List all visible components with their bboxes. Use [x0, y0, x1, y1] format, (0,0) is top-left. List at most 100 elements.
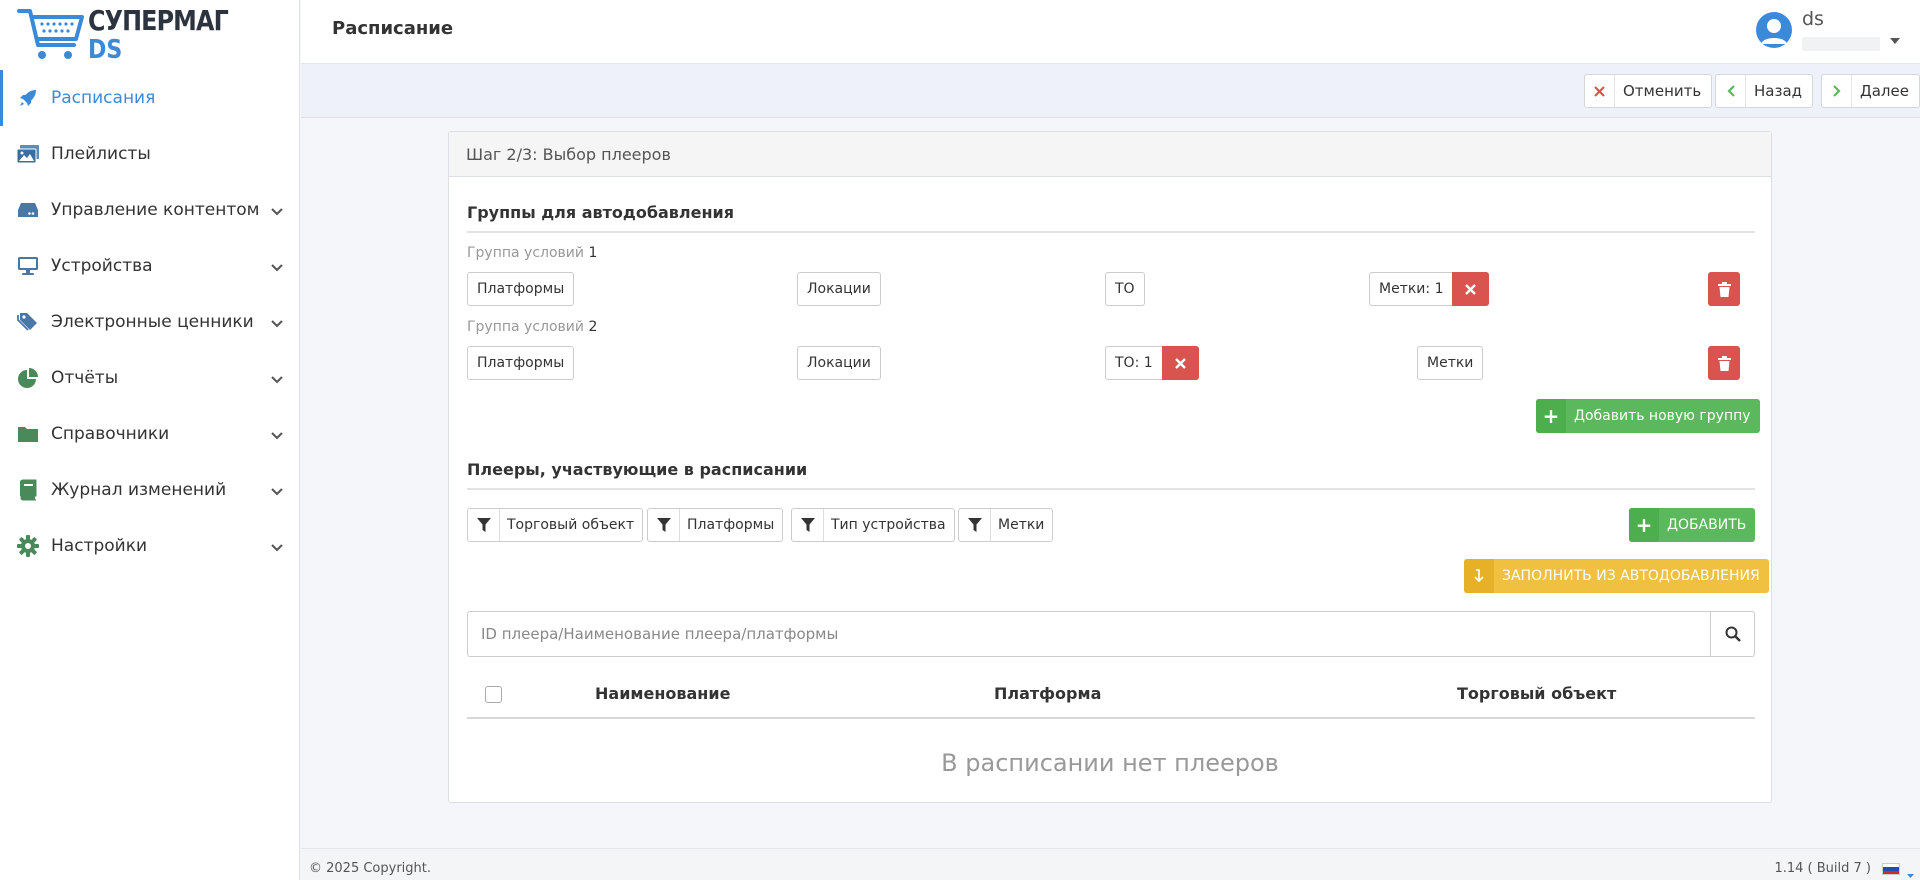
sidebar: СУПЕРМАГ DS Расписания Плейлисты Управле… [0, 0, 300, 880]
filter-tags-button[interactable]: Метки [958, 508, 1054, 542]
sidebar-item-reports[interactable]: Отчёты [0, 350, 299, 406]
top-header: Расписание ds [301, 0, 1920, 64]
sidebar-item-content[interactable]: Управление контентом [0, 182, 299, 238]
user-subtitle [1802, 37, 1880, 51]
build-version: 1.14 ( Build 7 ) [1774, 861, 1871, 876]
chevron-down-icon [271, 426, 283, 444]
sidebar-item-changelog[interactable]: Журнал изменений [0, 462, 299, 518]
rocket-icon [16, 86, 40, 110]
chevron-down-icon [271, 370, 283, 388]
search-icon [1725, 626, 1741, 642]
sidebar-item-playlists[interactable]: Плейлисты [0, 126, 299, 182]
brand-name: СУПЕРМАГ [88, 4, 229, 37]
step-title: Шаг 2/3: Выбор плееров [449, 132, 1771, 177]
user-name: ds [1802, 8, 1824, 30]
clear-to-icon[interactable] [1161, 346, 1199, 380]
group-locations-button[interactable]: Локации [797, 346, 881, 380]
cart-logo-icon [17, 9, 84, 59]
add-group-button[interactable]: + Добавить новую группу [1536, 399, 1760, 433]
group-to-button[interactable]: ТО [1105, 272, 1145, 306]
group-platforms-button[interactable]: Платформы [467, 272, 575, 306]
chevron-down-icon [271, 538, 283, 556]
filter-icon [792, 509, 824, 541]
caret-down-icon [1907, 867, 1914, 880]
column-header-store[interactable]: Торговый объект [1457, 684, 1616, 703]
close-icon [1585, 75, 1615, 107]
sidebar-item-label: Настройки [51, 536, 148, 556]
filter-platforms-button[interactable]: Платформы [647, 508, 784, 542]
chevron-left-icon [1716, 75, 1746, 107]
sidebar-item-price-tags[interactable]: Электронные ценники [0, 294, 299, 350]
search-button[interactable] [1710, 612, 1754, 656]
plus-icon: + [1629, 508, 1659, 542]
delete-group-button[interactable] [1708, 272, 1740, 306]
add-player-button[interactable]: + ДОБАВИТЬ [1629, 508, 1756, 542]
sidebar-item-directories[interactable]: Справочники [0, 406, 299, 462]
sidebar-item-label: Плейлисты [51, 144, 151, 164]
caret-down-icon [1890, 30, 1900, 48]
delete-group-button[interactable] [1708, 346, 1740, 380]
chevron-down-icon [271, 202, 283, 220]
copyright: © 2025 Copyright. [309, 861, 432, 876]
chevron-right-icon [1822, 75, 1852, 107]
page-title: Расписание [332, 18, 454, 39]
fill-from-auto-button[interactable]: ЗАПОЛНИТЬ ИЗ АВТОДОБАВЛЕНИЯ [1464, 559, 1769, 593]
chevron-down-icon [271, 314, 283, 332]
filter-store-button[interactable]: Торговый объект [467, 508, 644, 542]
player-search-input[interactable] [468, 612, 1710, 656]
cancel-label: Отменить [1623, 82, 1702, 100]
column-header-name[interactable]: Наименование [595, 684, 730, 703]
group-label: Группа условий 2 [467, 319, 598, 335]
select-all-checkbox[interactable] [485, 686, 502, 703]
group-locations-button[interactable]: Локации [797, 272, 881, 306]
monitor-icon [16, 254, 40, 278]
sidebar-item-label: Устройства [51, 256, 153, 276]
group-to-button[interactable]: ТО: 1 [1105, 346, 1199, 380]
logo[interactable]: СУПЕРМАГ DS [0, 0, 299, 70]
filter-device-type-button[interactable]: Тип устройства [791, 508, 955, 542]
next-button[interactable]: Далее [1821, 74, 1920, 108]
russia-flag-icon[interactable] [1882, 863, 1900, 875]
sidebar-item-label: Расписания [51, 88, 156, 108]
sidebar-item-settings[interactable]: Настройки [0, 518, 299, 574]
filter-icon [468, 509, 500, 541]
player-search [467, 611, 1755, 657]
column-header-platform[interactable]: Платформа [994, 684, 1101, 703]
group-platforms-button[interactable]: Платформы [467, 346, 575, 380]
sidebar-nav: Расписания Плейлисты Управление контенто… [0, 70, 299, 574]
gear-icon [16, 534, 40, 558]
sidebar-item-label: Журнал изменений [51, 480, 227, 500]
wizard-toolbar: Отменить Назад Далее [301, 64, 1920, 118]
filter-icon [959, 509, 991, 541]
back-button[interactable]: Назад [1715, 74, 1814, 108]
empty-table-message: В расписании нет плееров [941, 749, 1279, 777]
next-label: Далее [1860, 82, 1909, 100]
sidebar-item-devices[interactable]: Устройства [0, 238, 299, 294]
clear-tags-icon[interactable] [1452, 272, 1490, 306]
group-tags-button[interactable]: Метки [1417, 346, 1484, 380]
group-tags-button[interactable]: Метки: 1 [1369, 272, 1490, 306]
sidebar-item-label: Управление контентом [51, 200, 260, 220]
chevron-down-icon [271, 482, 283, 500]
user-menu[interactable]: ds [1756, 10, 1900, 51]
sidebar-item-label: Справочники [51, 424, 170, 444]
images-icon [16, 142, 40, 166]
group-number: 2 [588, 319, 598, 335]
players-title: Плееры, участвующие в расписании [467, 460, 808, 479]
brand-suffix: DS [88, 35, 123, 65]
cancel-button[interactable]: Отменить [1584, 74, 1713, 108]
footer: © 2025 Copyright. 1.14 ( Build 7 ) [301, 848, 1920, 880]
tags-icon [16, 310, 40, 334]
group-label: Группа условий 1 [467, 245, 598, 261]
sidebar-item-schedules[interactable]: Расписания [0, 70, 299, 126]
trash-icon [1717, 355, 1731, 371]
folder-icon [16, 422, 40, 446]
plus-icon: + [1536, 399, 1566, 433]
step-card: Шаг 2/3: Выбор плееров Группы для автодо… [448, 131, 1772, 803]
section-divider [467, 231, 1755, 233]
group-number: 1 [588, 245, 598, 261]
filter-icon [648, 509, 680, 541]
book-icon [16, 478, 40, 502]
chevron-down-icon [271, 258, 283, 276]
section-divider [467, 488, 1755, 490]
